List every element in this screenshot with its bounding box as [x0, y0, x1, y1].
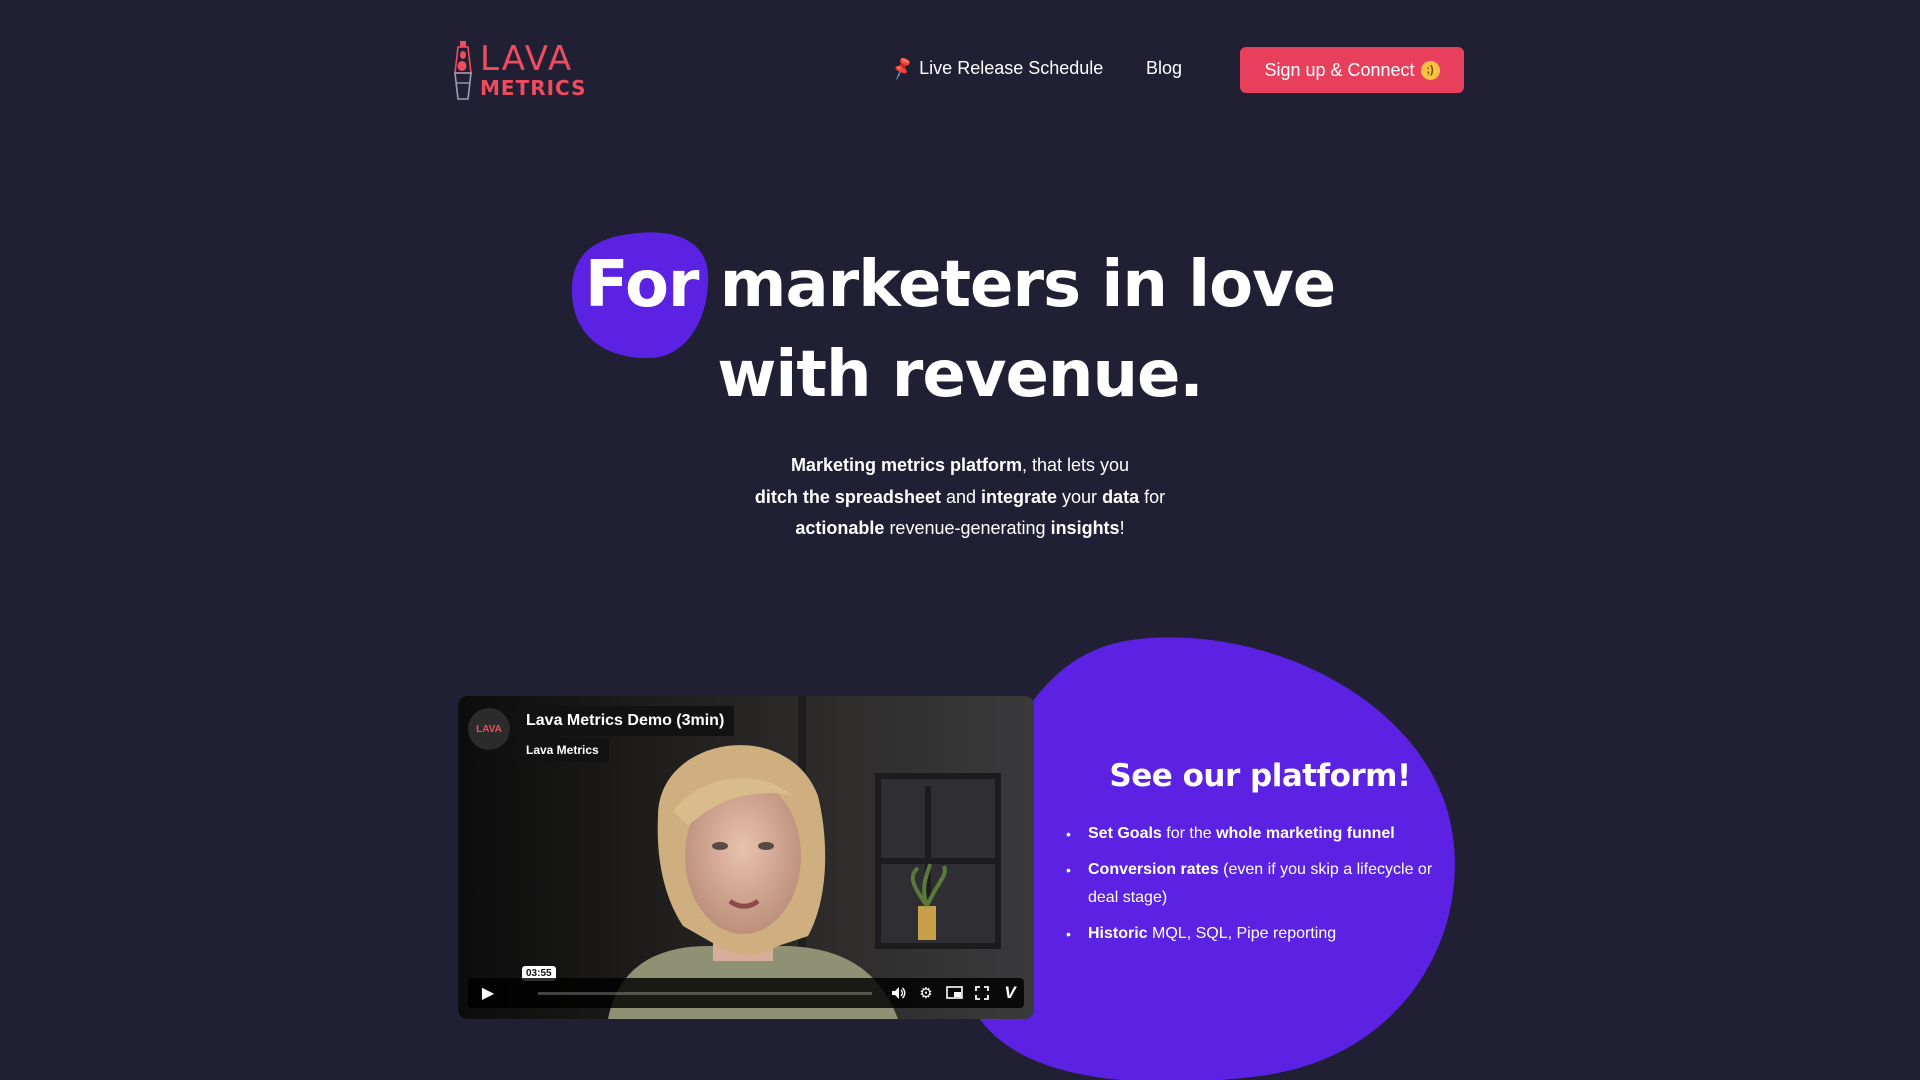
vimeo-link-button[interactable]: V — [996, 978, 1024, 1008]
platform-section-title: See our platform! — [1109, 758, 1411, 794]
hero-title-line-1: For marketers in love — [584, 248, 1336, 322]
sub-bold: ditch the spreadsheet — [754, 486, 941, 507]
video-owner-link[interactable]: Lava Metrics — [516, 738, 609, 762]
nav-link-blog[interactable]: Blog — [1146, 58, 1182, 79]
signup-label: Sign up & Connect — [1264, 59, 1415, 80]
nav-link-label: Blog — [1146, 58, 1183, 78]
video-title[interactable]: Lava Metrics Demo (3min) — [516, 706, 735, 736]
feature-bold: Historic — [1088, 925, 1148, 942]
picture-in-picture-button[interactable] — [940, 978, 968, 1008]
sub-text: , that lets you — [1022, 455, 1130, 475]
sub-text: for — [1139, 486, 1166, 507]
logo-wordmark: LAVA METRICS — [480, 42, 587, 98]
settings-button[interactable]: ⚙ — [912, 978, 940, 1008]
sub-bold: insights — [1050, 518, 1120, 538]
fullscreen-button[interactable] — [968, 978, 996, 1008]
sub-text: ! — [1119, 518, 1125, 538]
sub-text: your — [1057, 486, 1103, 507]
hero-subtitle: Marketing metrics platform, that lets yo… — [660, 450, 1260, 545]
feature-bold: Set Goals — [1088, 825, 1162, 842]
signup-connect-button[interactable]: Sign up & Connect ;) — [1240, 47, 1464, 93]
list-item: Conversion rates (even if you skip a lif… — [1066, 856, 1446, 912]
platform-feature-list: Set Goals for the whole marketing funnel… — [1066, 820, 1446, 956]
play-button[interactable]: ▶ — [468, 978, 508, 1008]
logo-line-lava: LAVA — [480, 39, 574, 79]
sub-bold: data — [1102, 486, 1140, 507]
video-control-bar: ▶ ⚙ V — [468, 978, 1024, 1008]
video-title-text: Lava Metrics Demo (3min) — [526, 712, 725, 729]
gear-icon: ⚙ — [919, 985, 933, 1002]
feature-text: MQL, SQL, Pipe reporting — [1147, 925, 1337, 942]
nav-link-live-release-schedule[interactable]: 📌 Live Release Schedule — [889, 55, 1104, 81]
video-owner-text: Lava Metrics — [526, 743, 599, 757]
volume-icon — [892, 987, 906, 999]
feature-bold: whole marketing funnel — [1216, 825, 1395, 842]
channel-avatar[interactable]: LAVA — [468, 708, 510, 750]
picture-in-picture-icon — [945, 986, 963, 999]
list-item: Historic MQL, SQL, Pipe reporting — [1066, 920, 1446, 948]
sub-text: and — [940, 486, 981, 507]
fullscreen-icon — [975, 986, 989, 1000]
logo-line-metrics: METRICS — [480, 76, 587, 100]
feature-text: for the — [1161, 825, 1217, 842]
sub-bold: integrate — [981, 486, 1058, 507]
lava-lamp-icon — [454, 41, 472, 100]
sub-bold: Marketing metrics platform — [790, 455, 1022, 475]
list-item: Set Goals for the whole marketing funnel — [1066, 820, 1446, 848]
winking-face-icon: ;) — [1420, 60, 1440, 80]
feature-bold: Conversion rates — [1088, 861, 1219, 878]
video-progress-bar[interactable] — [538, 991, 872, 995]
pushpin-icon: 📌 — [889, 55, 916, 81]
lava-metrics-logo[interactable]: LAVA METRICS — [452, 38, 592, 102]
nav-link-label: Live Release Schedule — [919, 58, 1104, 78]
volume-button[interactable] — [884, 978, 912, 1008]
sub-text: revenue-generating — [884, 518, 1051, 538]
vimeo-logo-icon: V — [1004, 983, 1016, 1002]
sub-bold: actionable — [795, 518, 885, 538]
hero-title-line-2: with revenue. — [717, 338, 1203, 412]
avatar-text: LAVA — [476, 723, 502, 735]
play-icon: ▶ — [481, 985, 495, 1002]
demo-video-player[interactable]: LAVA Lava Metrics Demo (3min) Lava Metri… — [458, 696, 1034, 1019]
hero-title: For marketers in love with revenue. — [560, 240, 1360, 420]
top-nav: LAVA METRICS 📌 Live Release Schedule Blo… — [0, 0, 1920, 140]
